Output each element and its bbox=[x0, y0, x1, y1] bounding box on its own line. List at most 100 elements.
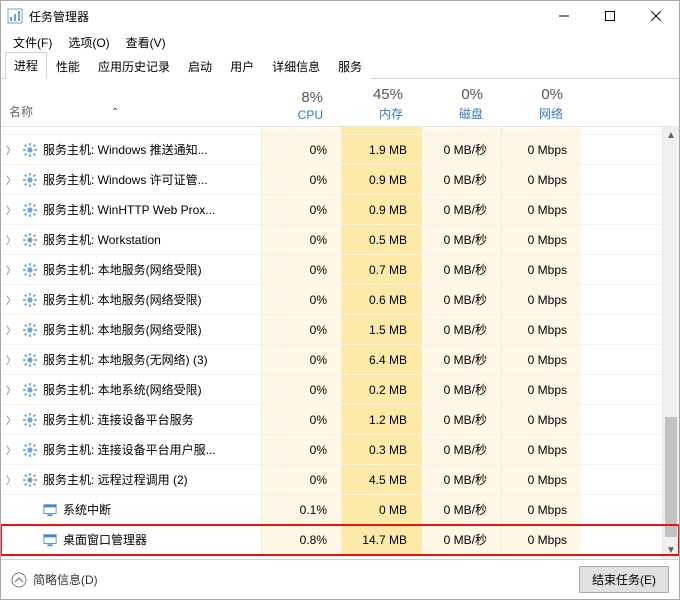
expand-icon[interactable]: 〉 bbox=[1, 382, 21, 397]
process-name: 服务主机: WinHTTP Web Prox... bbox=[43, 201, 261, 218]
process-name: 服务主机: 本地服务(无网络) (3) bbox=[43, 351, 261, 368]
process-row[interactable]: 〉服务主机: 本地服务(网络受限)0%0.6 MB0 MB/秒0 Mbps bbox=[1, 285, 679, 315]
process-icon bbox=[21, 231, 39, 249]
cell-net: 0 Mbps bbox=[501, 195, 581, 224]
col-cpu[interactable]: 8% CPU bbox=[257, 89, 337, 126]
tab-startup[interactable]: 启动 bbox=[179, 53, 221, 79]
cell-cpu: 0% bbox=[261, 195, 341, 224]
cell-cpu: 0% bbox=[261, 405, 341, 434]
scroll-up-icon[interactable]: ▲ bbox=[663, 127, 679, 144]
cell-cpu: 0% bbox=[261, 135, 341, 164]
col-mem-pct: 45% bbox=[337, 86, 403, 103]
process-icon bbox=[41, 501, 59, 519]
process-icon bbox=[21, 471, 39, 489]
process-row[interactable]: 〉服务主机: Windows 许可证管...0%0.9 MB0 MB/秒0 Mb… bbox=[1, 165, 679, 195]
cell-disk: 0 MB/秒 bbox=[421, 195, 501, 224]
cell-disk: 0 MB/秒 bbox=[421, 315, 501, 344]
tab-performance[interactable]: 性能 bbox=[47, 53, 89, 79]
col-net[interactable]: 0% 网络 bbox=[497, 86, 577, 126]
cell-net: 0 Mbps bbox=[501, 435, 581, 464]
cell-net: 0 Mbps bbox=[501, 285, 581, 314]
expand-icon[interactable]: 〉 bbox=[1, 322, 21, 337]
menu-options[interactable]: 选项(O) bbox=[62, 32, 115, 53]
process-row[interactable]: 〉服务主机: Windows 推送通知...0%1.8 MB0 MB/秒0 Mb… bbox=[1, 127, 679, 135]
process-row[interactable]: 〉服务主机: 连接设备平台用户服...0%0.3 MB0 MB/秒0 Mbps bbox=[1, 435, 679, 465]
expand-icon[interactable]: 〉 bbox=[1, 472, 21, 487]
maximize-button[interactable] bbox=[587, 1, 633, 31]
cell-net: 0 Mbps bbox=[501, 315, 581, 344]
expand-icon[interactable]: 〉 bbox=[1, 412, 21, 427]
cell-disk: 0 MB/秒 bbox=[421, 435, 501, 464]
cell-cpu: 0% bbox=[261, 465, 341, 494]
cell-net: 0 Mbps bbox=[501, 135, 581, 164]
cell-cpu: 0.1% bbox=[261, 495, 341, 524]
cell-cpu: 0% bbox=[261, 285, 341, 314]
process-row[interactable]: 〉服务主机: Windows 推送通知...0%1.9 MB0 MB/秒0 Mb… bbox=[1, 135, 679, 165]
process-icon bbox=[21, 381, 39, 399]
process-icon bbox=[21, 321, 39, 339]
process-row[interactable]: 〉服务主机: 远程过程调用 (2)0%4.5 MB0 MB/秒0 Mbps bbox=[1, 465, 679, 495]
col-name[interactable]: ⌃ 名称 bbox=[1, 103, 257, 126]
cell-disk: 0 MB/秒 bbox=[421, 405, 501, 434]
cell-cpu: 0% bbox=[261, 255, 341, 284]
cell-mem: 0.9 MB bbox=[341, 195, 421, 224]
tab-services[interactable]: 服务 bbox=[329, 53, 371, 79]
scroll-thumb[interactable] bbox=[665, 417, 677, 537]
cell-mem: 1.9 MB bbox=[341, 135, 421, 164]
process-name: 服务主机: 本地服务(网络受限) bbox=[43, 261, 261, 278]
expand-icon[interactable]: 〉 bbox=[1, 442, 21, 457]
close-button[interactable] bbox=[633, 1, 679, 31]
expand-icon[interactable]: 〉 bbox=[1, 172, 21, 187]
cell-mem: 1.8 MB bbox=[341, 127, 421, 134]
vertical-scrollbar[interactable]: ▲ ▼ bbox=[662, 127, 679, 559]
col-mem[interactable]: 45% 内存 bbox=[337, 86, 417, 126]
cell-cpu: 0.8% bbox=[261, 525, 341, 554]
tab-app-history[interactable]: 应用历史记录 bbox=[89, 53, 179, 79]
process-row[interactable]: 〉 服务主机: WinHTTP Web Prox...0%0.9 MB0 MB/秒… bbox=[1, 195, 679, 225]
process-name: 服务主机: 连接设备平台服务 bbox=[43, 411, 261, 428]
tab-processes[interactable]: 进程 bbox=[5, 52, 47, 79]
expand-icon[interactable]: 〉 bbox=[1, 142, 21, 157]
col-cpu-pct: 8% bbox=[257, 89, 323, 106]
expand-icon[interactable]: 〉 bbox=[1, 292, 21, 307]
process-row[interactable]: 系统中断0.1%0 MB0 MB/秒0 Mbps bbox=[1, 495, 679, 525]
tab-details[interactable]: 详细信息 bbox=[263, 53, 329, 79]
col-disk[interactable]: 0% 磁盘 bbox=[417, 86, 497, 126]
end-task-button[interactable]: 结束任务(E) bbox=[579, 566, 669, 593]
process-row[interactable]: 〉服务主机: 本地服务(网络受限)0%1.5 MB0 MB/秒0 Mbps bbox=[1, 315, 679, 345]
column-headers: ⌃ 名称 8% CPU 45% 内存 0% 磁盘 0% 网络 bbox=[1, 79, 679, 127]
cell-disk: 0 MB/秒 bbox=[421, 127, 501, 134]
tab-users[interactable]: 用户 bbox=[221, 53, 263, 79]
process-row[interactable]: 桌面窗口管理器0.8%14.7 MB0 MB/秒0 Mbps bbox=[1, 525, 679, 555]
menu-view[interactable]: 查看(V) bbox=[120, 32, 172, 53]
expand-icon[interactable]: 〉 bbox=[1, 232, 21, 247]
process-row[interactable]: 〉服务主机: 连接设备平台服务0%1.2 MB0 MB/秒0 Mbps bbox=[1, 405, 679, 435]
process-name: 桌面窗口管理器 bbox=[63, 531, 261, 548]
process-row[interactable]: 〉服务主机: 本地系统(网络受限)0%0.2 MB0 MB/秒0 Mbps bbox=[1, 375, 679, 405]
menu-file[interactable]: 文件(F) bbox=[7, 32, 58, 53]
expand-icon[interactable]: 〉 bbox=[1, 352, 21, 367]
cell-mem: 0 MB bbox=[341, 495, 421, 524]
process-icon bbox=[21, 291, 39, 309]
col-mem-label: 内存 bbox=[337, 105, 403, 122]
titlebar: 任务管理器 bbox=[1, 1, 679, 31]
process-row[interactable]: 〉服务主机: Workstation0%0.5 MB0 MB/秒0 Mbps bbox=[1, 225, 679, 255]
cell-mem: 6.4 MB bbox=[341, 345, 421, 374]
process-name: 服务主机: 本地服务(网络受限) bbox=[43, 321, 261, 338]
expand-icon[interactable]: 〉 bbox=[1, 202, 21, 217]
minimize-button[interactable] bbox=[541, 1, 587, 31]
cell-net: 0 Mbps bbox=[501, 375, 581, 404]
fewer-details-button[interactable]: 简略信息(D) bbox=[11, 571, 98, 588]
process-row[interactable]: 〉服务主机: 本地服务(无网络) (3)0%6.4 MB0 MB/秒0 Mbps bbox=[1, 345, 679, 375]
cell-cpu: 0% bbox=[261, 315, 341, 344]
col-cpu-label: CPU bbox=[257, 108, 323, 122]
cell-net: 0 Mbps bbox=[501, 165, 581, 194]
tabstrip: 进程 性能 应用历史记录 启动 用户 详细信息 服务 bbox=[1, 53, 679, 79]
process-row[interactable]: 〉服务主机: 本地服务(网络受限)0%0.7 MB0 MB/秒0 Mbps bbox=[1, 255, 679, 285]
process-icon bbox=[21, 351, 39, 369]
cell-mem: 4.5 MB bbox=[341, 465, 421, 494]
cell-mem: 0.3 MB bbox=[341, 435, 421, 464]
process-icon bbox=[21, 261, 39, 279]
expand-icon[interactable]: 〉 bbox=[1, 262, 21, 277]
cell-net: 0 Mbps bbox=[501, 405, 581, 434]
